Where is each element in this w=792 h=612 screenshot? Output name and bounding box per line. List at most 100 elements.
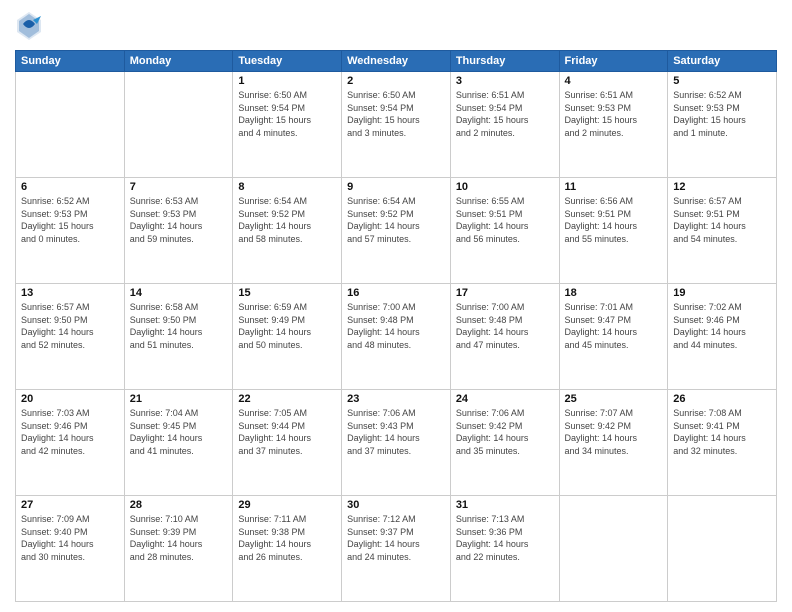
day-number: 7: [130, 181, 228, 193]
day-info: Sunrise: 6:53 AM Sunset: 9:53 PM Dayligh…: [130, 195, 228, 245]
weekday-header-thursday: Thursday: [450, 51, 559, 72]
day-info: Sunrise: 6:50 AM Sunset: 9:54 PM Dayligh…: [238, 89, 336, 139]
day-cell: 31 Sunrise: 7:13 AM Sunset: 9:36 PM Dayli…: [450, 496, 559, 602]
day-number: 14: [130, 287, 228, 299]
day-cell: 10 Sunrise: 6:55 AM Sunset: 9:51 PM Dayli…: [450, 178, 559, 284]
day-info: Sunrise: 7:13 AM Sunset: 9:36 PM Dayligh…: [456, 513, 554, 563]
day-info: Sunrise: 7:10 AM Sunset: 9:39 PM Dayligh…: [130, 513, 228, 563]
day-cell: 4Sunrise: 6:51 AM Sunset: 9:53 PM Daylig…: [559, 72, 668, 178]
day-cell: [16, 72, 125, 178]
day-info: Sunrise: 7:08 AM Sunset: 9:41 PM Dayligh…: [673, 407, 771, 457]
day-cell: 7 Sunrise: 6:53 AM Sunset: 9:53 PM Daylig…: [124, 178, 233, 284]
day-cell: 2 Sunrise: 6:50 AM Sunset: 9:54 PM Daylig…: [342, 72, 451, 178]
day-number: 15: [238, 287, 336, 299]
day-number: 21: [130, 393, 228, 405]
day-info: Sunrise: 6:59 AM Sunset: 9:49 PM Dayligh…: [238, 301, 336, 351]
logo-icon: [15, 10, 43, 42]
day-cell: 27 Sunrise: 7:09 AM Sunset: 9:40 PM Dayli…: [16, 496, 125, 602]
day-info: Sunrise: 6:51 AM Sunset: 9:54 PM Dayligh…: [456, 89, 554, 139]
day-number: 10: [456, 181, 554, 193]
day-cell: 24 Sunrise: 7:06 AM Sunset: 9:42 PM Dayli…: [450, 390, 559, 496]
page: SundayMondayTuesdayWednesdayThursdayFrid…: [0, 0, 792, 612]
day-info: Sunrise: 7:03 AM Sunset: 9:46 PM Dayligh…: [21, 407, 119, 457]
day-cell: [559, 496, 668, 602]
day-cell: 23 Sunrise: 7:06 AM Sunset: 9:43 PM Dayli…: [342, 390, 451, 496]
day-cell: 22 Sunrise: 7:05 AM Sunset: 9:44 PM Dayli…: [233, 390, 342, 496]
day-number: 13: [21, 287, 119, 299]
day-cell: 29 Sunrise: 7:11 AM Sunset: 9:38 PM Dayli…: [233, 496, 342, 602]
day-cell: 28 Sunrise: 7:10 AM Sunset: 9:39 PM Dayli…: [124, 496, 233, 602]
day-cell: 30 Sunrise: 7:12 AM Sunset: 9:37 PM Dayli…: [342, 496, 451, 602]
day-info: Sunrise: 7:02 AM Sunset: 9:46 PM Dayligh…: [673, 301, 771, 351]
day-cell: 18 Sunrise: 7:01 AM Sunset: 9:47 PM Dayli…: [559, 284, 668, 390]
day-number: 2: [347, 75, 445, 87]
day-cell: 13 Sunrise: 6:57 AM Sunset: 9:50 PM Dayli…: [16, 284, 125, 390]
day-number: 30: [347, 499, 445, 511]
day-number: 4: [565, 75, 663, 87]
day-info: Sunrise: 7:06 AM Sunset: 9:43 PM Dayligh…: [347, 407, 445, 457]
day-cell: 5Sunrise: 6:52 AM Sunset: 9:53 PM Daylig…: [668, 72, 777, 178]
day-number: 22: [238, 393, 336, 405]
weekday-header-monday: Monday: [124, 51, 233, 72]
day-number: 3: [456, 75, 554, 87]
day-number: 1: [238, 75, 336, 87]
day-info: Sunrise: 6:57 AM Sunset: 9:51 PM Dayligh…: [673, 195, 771, 245]
day-cell: 6 Sunrise: 6:52 AM Sunset: 9:53 PM Daylig…: [16, 178, 125, 284]
day-number: 29: [238, 499, 336, 511]
day-cell: 20 Sunrise: 7:03 AM Sunset: 9:46 PM Dayli…: [16, 390, 125, 496]
day-info: Sunrise: 6:54 AM Sunset: 9:52 PM Dayligh…: [238, 195, 336, 245]
day-number: 12: [673, 181, 771, 193]
day-cell: 26Sunrise: 7:08 AM Sunset: 9:41 PM Dayli…: [668, 390, 777, 496]
weekday-header-row: SundayMondayTuesdayWednesdayThursdayFrid…: [16, 51, 777, 72]
day-info: Sunrise: 7:01 AM Sunset: 9:47 PM Dayligh…: [565, 301, 663, 351]
day-number: 19: [673, 287, 771, 299]
day-info: Sunrise: 7:09 AM Sunset: 9:40 PM Dayligh…: [21, 513, 119, 563]
calendar-table: SundayMondayTuesdayWednesdayThursdayFrid…: [15, 50, 777, 602]
day-number: 16: [347, 287, 445, 299]
day-number: 28: [130, 499, 228, 511]
day-info: Sunrise: 6:57 AM Sunset: 9:50 PM Dayligh…: [21, 301, 119, 351]
day-number: 18: [565, 287, 663, 299]
day-info: Sunrise: 7:06 AM Sunset: 9:42 PM Dayligh…: [456, 407, 554, 457]
day-cell: 8Sunrise: 6:54 AM Sunset: 9:52 PM Daylig…: [233, 178, 342, 284]
day-info: Sunrise: 6:52 AM Sunset: 9:53 PM Dayligh…: [21, 195, 119, 245]
day-cell: 9Sunrise: 6:54 AM Sunset: 9:52 PM Daylig…: [342, 178, 451, 284]
weekday-header-saturday: Saturday: [668, 51, 777, 72]
day-cell: 1 Sunrise: 6:50 AM Sunset: 9:54 PM Daylig…: [233, 72, 342, 178]
day-cell: 21 Sunrise: 7:04 AM Sunset: 9:45 PM Dayli…: [124, 390, 233, 496]
day-number: 9: [347, 181, 445, 193]
day-cell: 15 Sunrise: 6:59 AM Sunset: 9:49 PM Dayli…: [233, 284, 342, 390]
day-number: 31: [456, 499, 554, 511]
day-number: 17: [456, 287, 554, 299]
day-number: 27: [21, 499, 119, 511]
day-info: Sunrise: 7:00 AM Sunset: 9:48 PM Dayligh…: [456, 301, 554, 351]
day-info: Sunrise: 6:58 AM Sunset: 9:50 PM Dayligh…: [130, 301, 228, 351]
day-cell: 11Sunrise: 6:56 AM Sunset: 9:51 PM Dayli…: [559, 178, 668, 284]
day-number: 24: [456, 393, 554, 405]
header: [15, 10, 777, 42]
day-number: 6: [21, 181, 119, 193]
day-info: Sunrise: 6:55 AM Sunset: 9:51 PM Dayligh…: [456, 195, 554, 245]
day-number: 25: [565, 393, 663, 405]
day-cell: [124, 72, 233, 178]
day-info: Sunrise: 7:00 AM Sunset: 9:48 PM Dayligh…: [347, 301, 445, 351]
week-row-1: 1 Sunrise: 6:50 AM Sunset: 9:54 PM Daylig…: [16, 72, 777, 178]
day-info: Sunrise: 7:05 AM Sunset: 9:44 PM Dayligh…: [238, 407, 336, 457]
week-row-4: 20 Sunrise: 7:03 AM Sunset: 9:46 PM Dayli…: [16, 390, 777, 496]
week-row-3: 13 Sunrise: 6:57 AM Sunset: 9:50 PM Dayli…: [16, 284, 777, 390]
day-number: 23: [347, 393, 445, 405]
day-info: Sunrise: 6:56 AM Sunset: 9:51 PM Dayligh…: [565, 195, 663, 245]
day-info: Sunrise: 7:07 AM Sunset: 9:42 PM Dayligh…: [565, 407, 663, 457]
day-info: Sunrise: 7:04 AM Sunset: 9:45 PM Dayligh…: [130, 407, 228, 457]
day-cell: 12 Sunrise: 6:57 AM Sunset: 9:51 PM Dayli…: [668, 178, 777, 284]
weekday-header-wednesday: Wednesday: [342, 51, 451, 72]
week-row-5: 27 Sunrise: 7:09 AM Sunset: 9:40 PM Dayli…: [16, 496, 777, 602]
day-info: Sunrise: 6:50 AM Sunset: 9:54 PM Dayligh…: [347, 89, 445, 139]
day-cell: 16 Sunrise: 7:00 AM Sunset: 9:48 PM Dayli…: [342, 284, 451, 390]
day-info: Sunrise: 7:12 AM Sunset: 9:37 PM Dayligh…: [347, 513, 445, 563]
day-number: 5: [673, 75, 771, 87]
weekday-header-sunday: Sunday: [16, 51, 125, 72]
day-cell: 25 Sunrise: 7:07 AM Sunset: 9:42 PM Dayli…: [559, 390, 668, 496]
day-number: 20: [21, 393, 119, 405]
day-info: Sunrise: 7:11 AM Sunset: 9:38 PM Dayligh…: [238, 513, 336, 563]
